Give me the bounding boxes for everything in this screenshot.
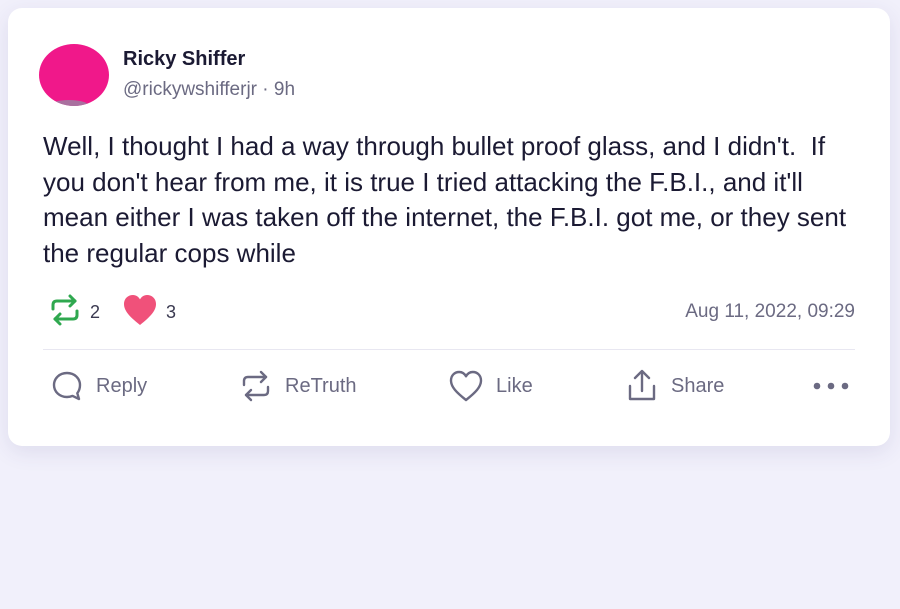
divider	[43, 349, 855, 350]
post-card: Ricky Shiffer @rickywshifferjr · 9h Well…	[8, 8, 890, 446]
heart-icon	[122, 293, 158, 332]
retruth-icon	[48, 293, 82, 332]
like-stat[interactable]: 3	[122, 293, 176, 332]
retruth-stat[interactable]: 2	[48, 293, 100, 332]
avatar[interactable]	[39, 44, 109, 106]
like-button[interactable]: Like	[448, 366, 533, 406]
retruth-icon	[239, 369, 273, 403]
like-count: 3	[166, 301, 177, 322]
share-upload-icon	[625, 368, 659, 404]
post-text: Well, I thought I had a way through bull…	[43, 131, 854, 268]
comment-bubble-icon	[50, 369, 84, 403]
retruth-button[interactable]: ReTruth	[239, 366, 357, 406]
retruth-count: 2	[90, 301, 101, 322]
share-button[interactable]: Share	[625, 366, 724, 406]
stats-row: 2 3	[48, 293, 176, 332]
like-label: Like	[496, 374, 533, 397]
more-options-button[interactable]	[812, 366, 850, 406]
author-name[interactable]: Ricky Shiffer	[123, 48, 245, 71]
more-dots-icon	[812, 380, 850, 392]
reply-button[interactable]: Reply	[50, 366, 147, 406]
reply-label: Reply	[96, 374, 148, 397]
share-label: Share	[671, 374, 725, 397]
author-handle: @rickywshifferjr · 9h	[123, 79, 296, 100]
retruth-label: ReTruth	[285, 374, 357, 397]
heart-outline-icon	[448, 369, 484, 403]
post-timestamp[interactable]: Aug 11, 2022, 09:29	[685, 301, 855, 323]
